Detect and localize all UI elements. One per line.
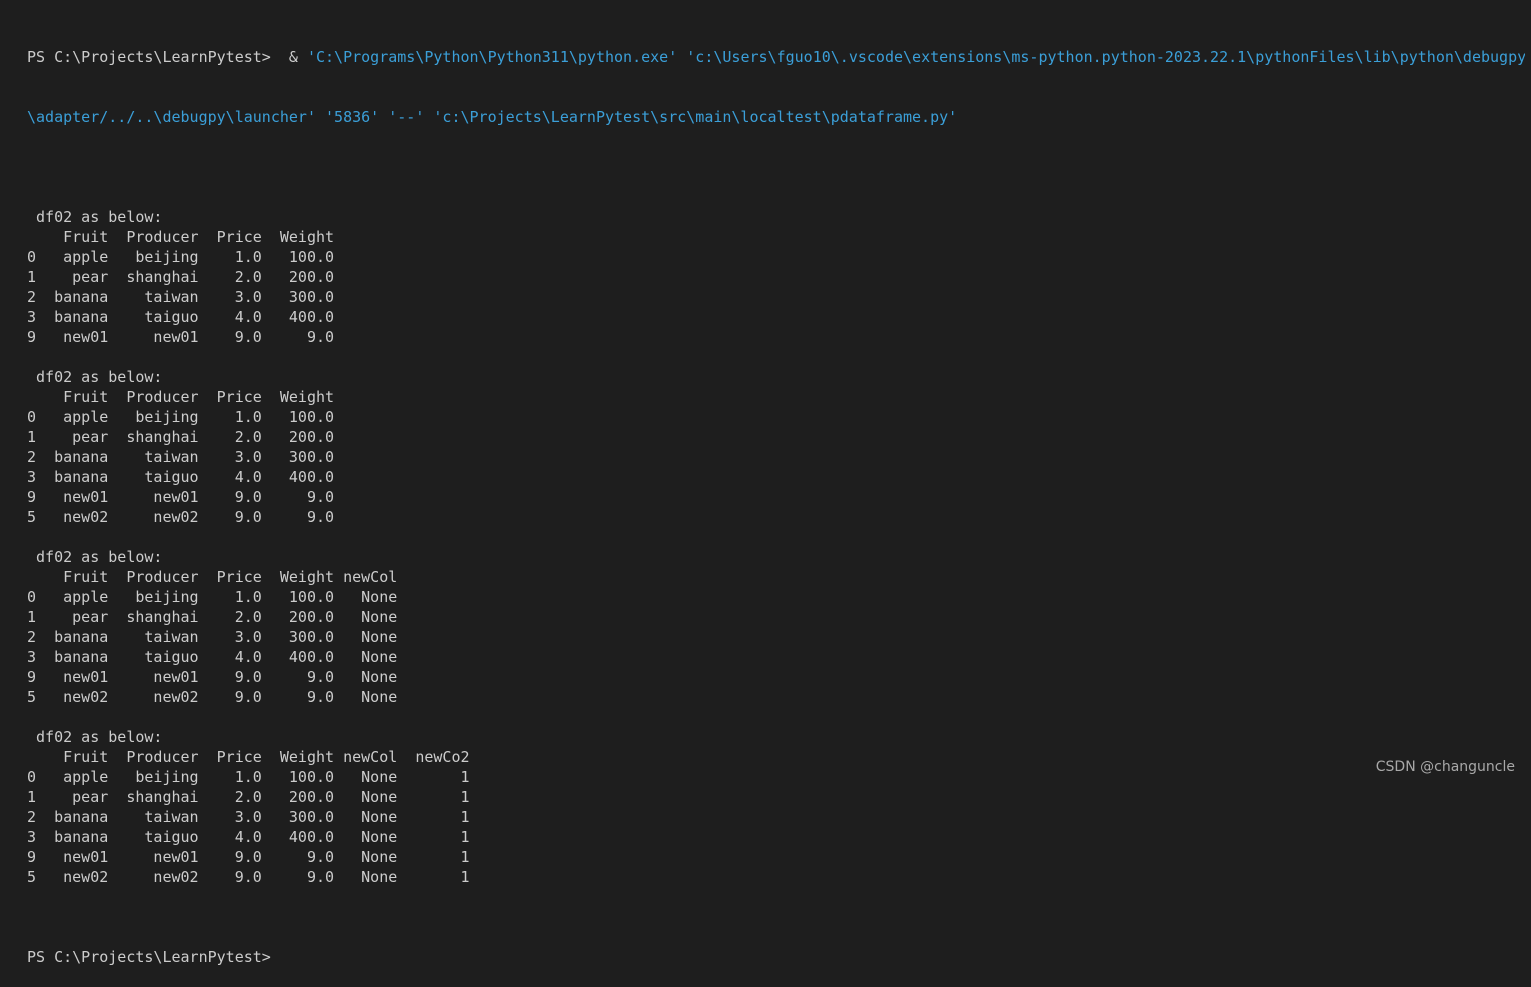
call-operator: & <box>279 48 307 66</box>
command-line: PS C:\Projects\LearnPytest> & 'C:\Progra… <box>27 47 1525 67</box>
dataframe-row: 9 new01 new01 9.0 9.0 <box>27 328 335 346</box>
dataframe-header: Fruit Producer Price Weight <box>27 228 335 246</box>
dataframe-row: 3 banana taiguo 4.0 400.0 None <box>27 648 398 666</box>
final-prompt: PS C:\Projects\LearnPytest> <box>27 948 271 966</box>
dataframe-row: 1 pear shanghai 2.0 200.0 None <box>27 608 398 626</box>
output-blocks: df02 as below: Fruit Producer Price Weig… <box>27 187 1525 887</box>
launcher-path-arg: 'c:\Users\fguo10\.vscode\extensions\ms-p… <box>686 48 1525 66</box>
dataframe-title: df02 as below: <box>27 728 163 746</box>
dataframe-row: 1 pear shanghai 2.0 200.0 None 1 <box>27 788 470 806</box>
dataframe-row: 2 banana taiwan 3.0 300.0 <box>27 288 335 306</box>
dataframe-row: 1 pear shanghai 2.0 200.0 <box>27 428 335 446</box>
dataframe-row: 9 new01 new01 9.0 9.0 None 1 <box>27 848 470 866</box>
dataframe-row: 5 new02 new02 9.0 9.0 None <box>27 688 398 706</box>
port-arg: '5836' <box>325 108 380 126</box>
separator-arg: '--' <box>388 108 425 126</box>
dataframe-row: 5 new02 new02 9.0 9.0 <box>27 508 335 526</box>
dataframe-row: 2 banana taiwan 3.0 300.0 None <box>27 628 398 646</box>
dataframe-row: 0 apple beijing 1.0 100.0 None 1 <box>27 768 470 786</box>
prompt: PS C:\Projects\LearnPytest> <box>27 48 280 66</box>
dataframe-title: df02 as below: <box>27 208 163 226</box>
dataframe-header: Fruit Producer Price Weight newCol <box>27 568 398 586</box>
dataframe-row: 0 apple beijing 1.0 100.0 None <box>27 588 398 606</box>
dataframe-row: 3 banana taiguo 4.0 400.0 None 1 <box>27 828 470 846</box>
python-path-arg: 'C:\Programs\Python\Python311\python.exe… <box>306 48 678 66</box>
dataframe-row: 5 new02 new02 9.0 9.0 None 1 <box>27 868 470 886</box>
dataframe-title: df02 as below: <box>27 368 163 386</box>
dataframe-row: 9 new01 new01 9.0 9.0 None <box>27 668 398 686</box>
command-line-cont: \adapter/../..\debugpy\launcher' '5836' … <box>27 107 1525 127</box>
launcher-path-arg-cont: \adapter/../..\debugpy\launcher' <box>27 108 316 126</box>
dataframe-row: 2 banana taiwan 3.0 300.0 <box>27 448 335 466</box>
watermark: CSDN @changuncle <box>1375 759 1515 775</box>
dataframe-row: 0 apple beijing 1.0 100.0 <box>27 408 335 426</box>
dataframe-title: df02 as below: <box>27 548 163 566</box>
dataframe-row: 3 banana taiguo 4.0 400.0 <box>27 468 335 486</box>
dataframe-row: 3 banana taiguo 4.0 400.0 <box>27 308 335 326</box>
dataframe-row: 9 new01 new01 9.0 9.0 <box>27 488 335 506</box>
script-path-arg: 'c:\Projects\LearnPytest\src\main\localt… <box>433 108 958 126</box>
dataframe-row: 0 apple beijing 1.0 100.0 <box>27 248 335 266</box>
dataframe-row: 1 pear shanghai 2.0 200.0 <box>27 268 335 286</box>
dataframe-header: Fruit Producer Price Weight newCol newCo… <box>27 748 470 766</box>
terminal-output[interactable]: PS C:\Projects\LearnPytest> & 'C:\Progra… <box>27 7 1525 987</box>
dataframe-header: Fruit Producer Price Weight <box>27 388 335 406</box>
dataframe-row: 2 banana taiwan 3.0 300.0 None 1 <box>27 808 470 826</box>
